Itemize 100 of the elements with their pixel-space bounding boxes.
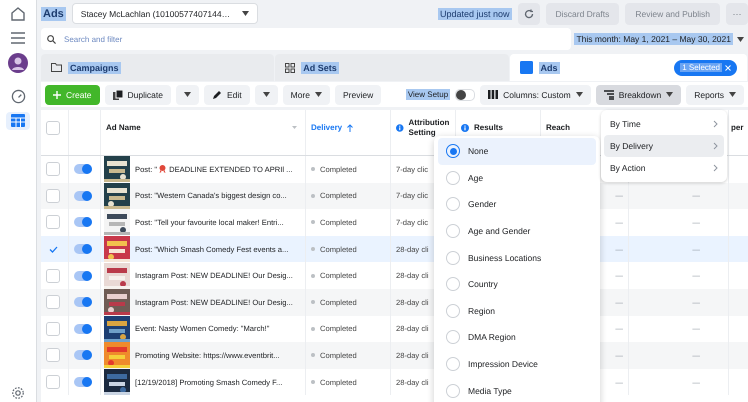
- submenu-label: By Time: [610, 119, 641, 129]
- page-title: Ads: [41, 6, 66, 20]
- date-range-picker[interactable]: This month: May 1, 2021 – May 30, 2021: [574, 28, 748, 50]
- breakdown-option[interactable]: Country: [438, 270, 596, 298]
- caret-icon: [262, 92, 270, 97]
- option-label: Impression Device: [468, 359, 538, 370]
- breakdown-option[interactable]: Business Locations: [438, 244, 596, 271]
- copy-icon: [112, 90, 123, 100]
- breakdown-option[interactable]: Impression Device: [438, 350, 596, 378]
- sort-menu-icon: [292, 126, 297, 129]
- breakdown-option[interactable]: Media Type: [438, 377, 596, 402]
- info-icon: [396, 124, 404, 132]
- option-label: Country: [468, 279, 498, 290]
- tab[interactable]: Ads 1 Selected: [510, 54, 748, 81]
- status-dot-icon: [311, 167, 315, 172]
- ad-toggle[interactable]: [74, 297, 92, 308]
- column-header[interactable]: Ad Name: [106, 123, 141, 132]
- table-icon: [11, 114, 25, 128]
- row-checkbox[interactable]: [46, 375, 60, 390]
- option-label: Gender: [468, 199, 496, 210]
- submenu-item[interactable]: By Time: [604, 113, 724, 135]
- more-button[interactable]: More: [282, 84, 330, 104]
- columns-icon: [488, 90, 498, 99]
- dropdown-button[interactable]: [176, 84, 199, 104]
- caret-icon: [729, 92, 736, 97]
- preview-button[interactable]: Preview: [334, 84, 382, 104]
- status-dot-icon: [311, 326, 315, 331]
- submenu-item[interactable]: By Delivery: [604, 135, 724, 157]
- column-header[interactable]: Reach: [546, 123, 570, 132]
- option-label: Age and Gender: [468, 226, 530, 236]
- ad-toggle[interactable]: [74, 324, 92, 334]
- ad-toggle[interactable]: [74, 350, 92, 360]
- ad-toggle[interactable]: [74, 270, 92, 281]
- tab[interactable]: Campaigns: [41, 54, 274, 81]
- submenu-label: By Delivery: [610, 141, 653, 151]
- refresh-button[interactable]: [518, 2, 540, 24]
- breakdown-option[interactable]: Age and Gender: [438, 218, 596, 244]
- columns-button[interactable]: Columns: Custom: [480, 84, 591, 104]
- view-setup-toggle[interactable]: [455, 88, 476, 100]
- ad-toggle[interactable]: [74, 217, 92, 228]
- more-button[interactable]: ···: [726, 2, 748, 24]
- breakdown-option[interactable]: DMA Region: [438, 324, 596, 351]
- ad-toggle[interactable]: [74, 190, 92, 201]
- tab[interactable]: Ad Sets: [275, 54, 508, 81]
- chevron-right-icon: [713, 120, 718, 128]
- breakdown-option[interactable]: None: [438, 138, 596, 165]
- ad-toggle[interactable]: [74, 164, 92, 174]
- column-header[interactable]: Delivery: [311, 123, 342, 132]
- sidebar-item[interactable]: [6, 53, 30, 74]
- radio-button[interactable]: [446, 144, 460, 158]
- option-label: DMA Region: [468, 332, 516, 342]
- account-dropdown[interactable]: Stacey McLachlan (10100577407144…: [72, 3, 258, 24]
- menu-icon: [11, 32, 25, 44]
- row-checkbox[interactable]: [46, 215, 60, 230]
- reports-button[interactable]: Reports: [686, 84, 744, 104]
- option-label: Age: [468, 172, 484, 183]
- breakdown-button[interactable]: Breakdown: [596, 84, 682, 104]
- plus-icon: [53, 90, 61, 98]
- select-all-checkbox[interactable]: [46, 120, 60, 134]
- column-header[interactable]: Attribution Setting: [408, 118, 450, 138]
- row-checkbox[interactable]: [46, 268, 60, 283]
- row-checkbox[interactable]: [46, 162, 60, 176]
- row-checkbox[interactable]: [46, 188, 60, 203]
- status-dot-icon: [311, 220, 315, 224]
- caret-icon: [314, 92, 322, 97]
- folder-icon: [51, 63, 62, 72]
- grid-icon: [285, 62, 296, 72]
- option-label: Media Type: [468, 386, 512, 396]
- status-dot-icon: [311, 274, 315, 278]
- search-icon: [47, 34, 56, 44]
- row-checkbox[interactable]: [46, 322, 60, 336]
- breakdown-option[interactable]: Age: [438, 164, 596, 192]
- gear-icon: [11, 386, 25, 400]
- breakdown-icon: [604, 90, 614, 100]
- breakdown-option[interactable]: Gender: [438, 191, 596, 218]
- row-checkbox[interactable]: [46, 348, 60, 362]
- sidebar-item[interactable]: [6, 112, 30, 130]
- caret-icon: [666, 92, 674, 97]
- pencil-icon: [212, 90, 222, 100]
- column-header[interactable]: Results: [474, 123, 503, 132]
- dropdown-button[interactable]: [254, 84, 278, 104]
- column-header[interactable]: per: [731, 123, 744, 132]
- caret-icon: [576, 92, 583, 97]
- chevron-right-icon: [713, 142, 718, 150]
- edit-button[interactable]: Edit: [204, 84, 250, 104]
- option-label: None: [468, 146, 488, 156]
- ad-toggle[interactable]: [74, 244, 92, 254]
- caret-icon: [184, 92, 191, 97]
- refresh-icon: [524, 8, 534, 18]
- update-status: Updated just now: [438, 8, 512, 20]
- info-icon: [461, 124, 469, 132]
- chevron-right-icon: [713, 164, 718, 172]
- breakdown-option[interactable]: Region: [438, 298, 596, 324]
- ad-toggle[interactable]: [74, 377, 92, 388]
- submenu-item[interactable]: By Action: [604, 157, 724, 179]
- status-dot-icon: [311, 247, 315, 252]
- close-icon: [725, 64, 732, 70]
- row-checkbox[interactable]: [46, 295, 60, 310]
- duplicate-button[interactable]: Duplicate: [104, 84, 171, 104]
- caret-icon: [242, 11, 250, 16]
